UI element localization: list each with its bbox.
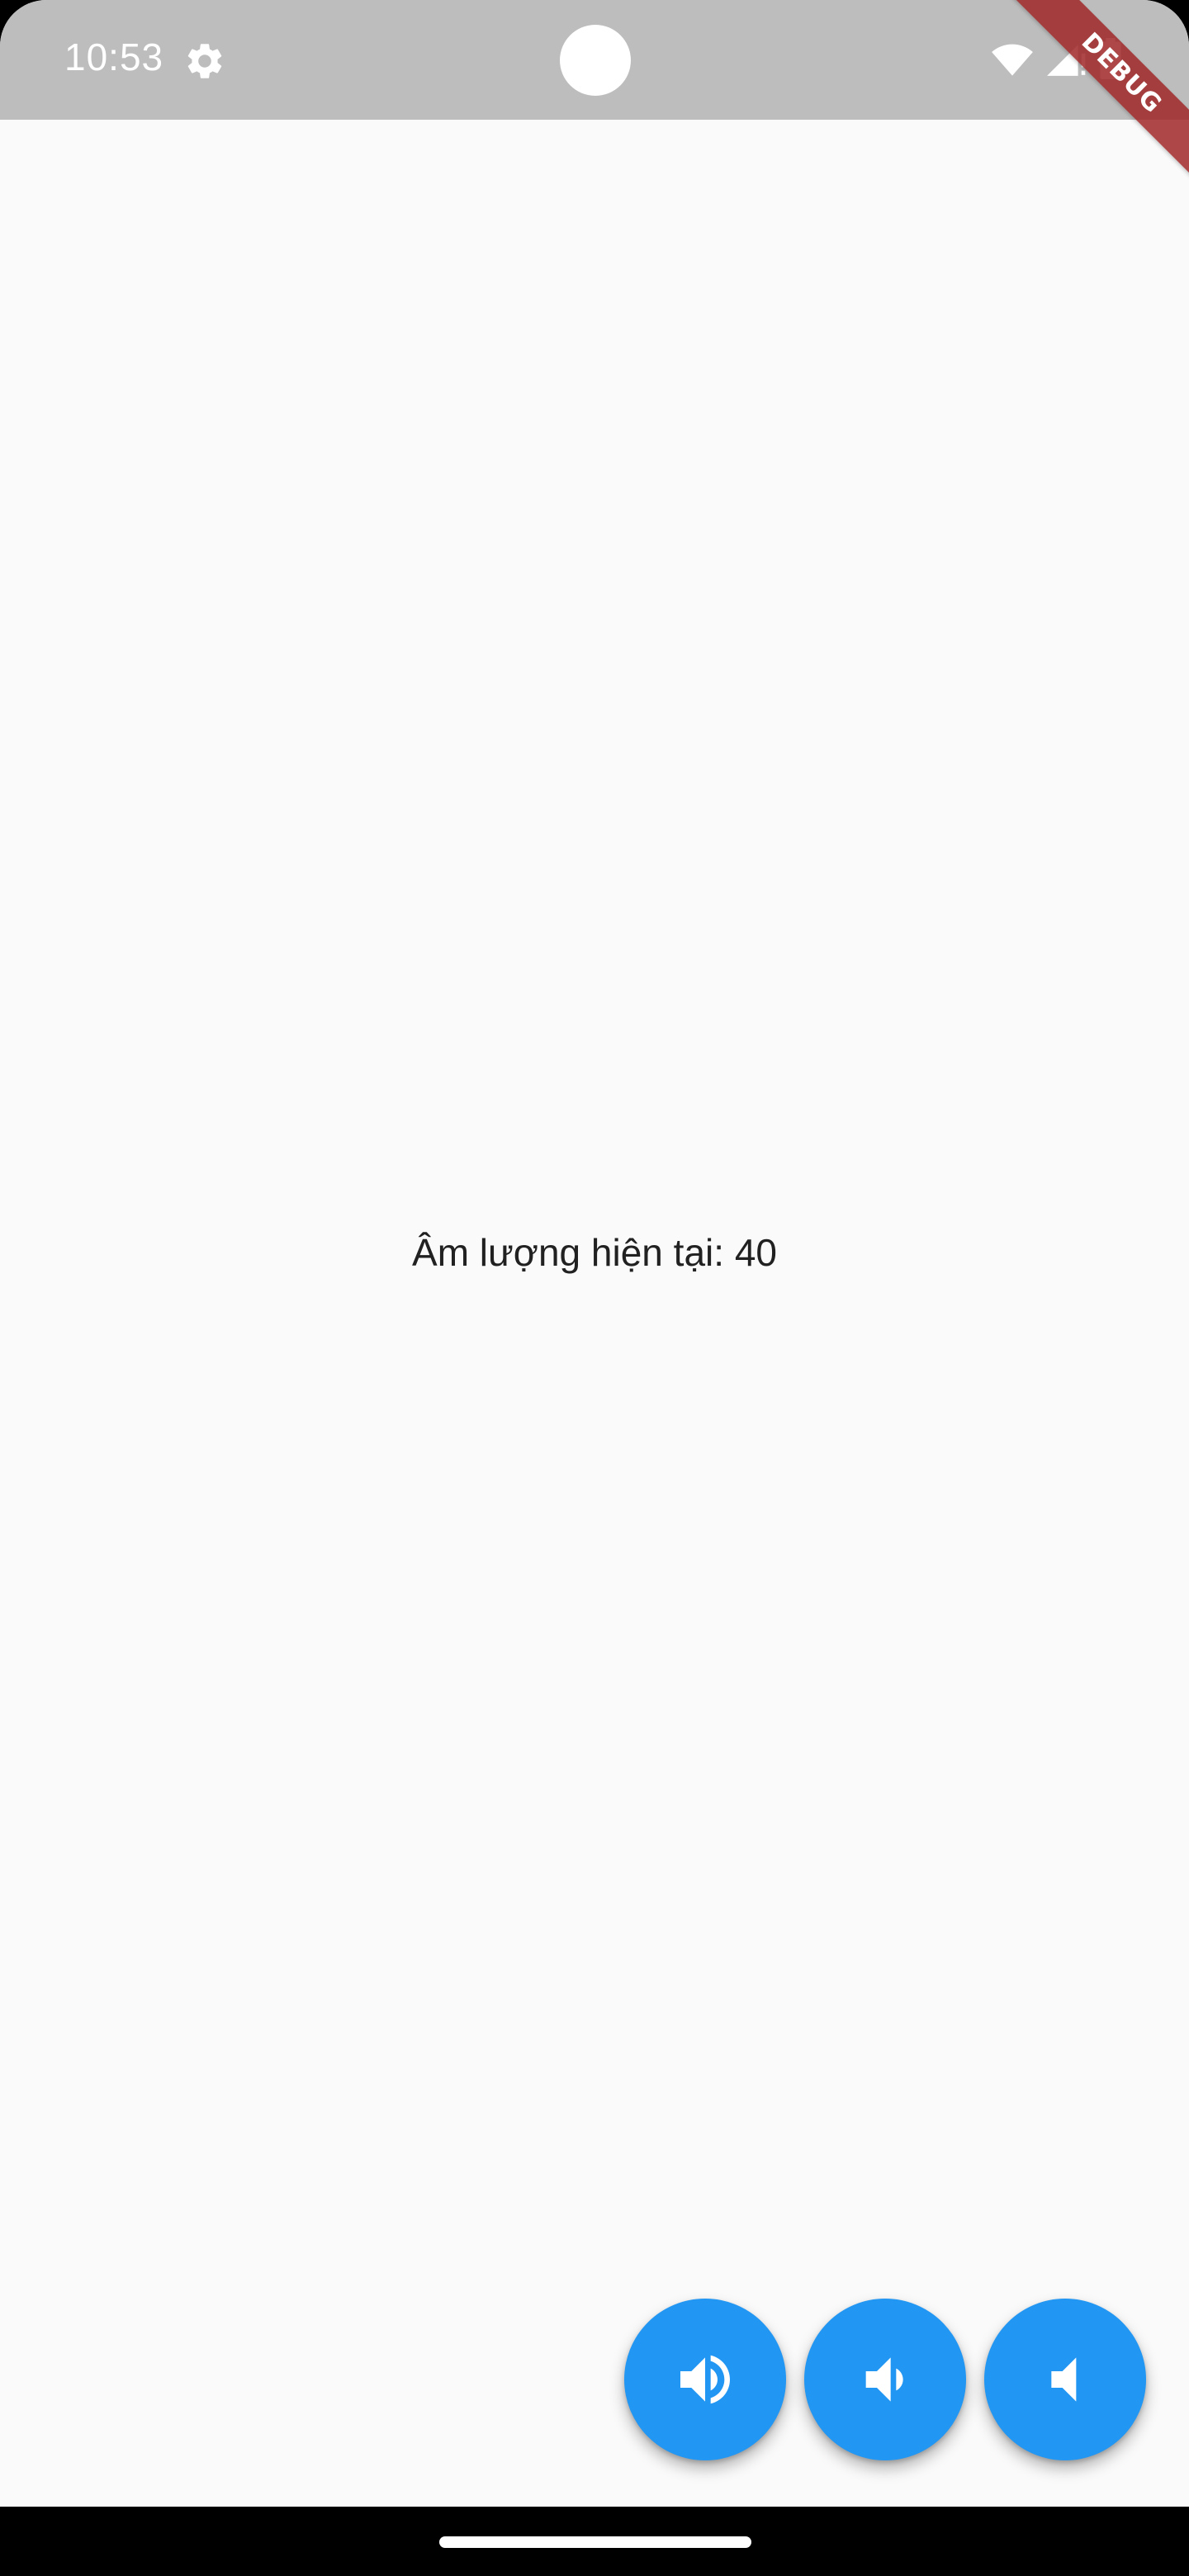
volume-down-button[interactable] [804,2299,966,2460]
volume-up-icon [680,2355,730,2404]
status-bar: 10:53 [0,0,1189,120]
settings-gear-icon [187,44,222,78]
home-gesture-handle[interactable] [439,2536,751,2548]
volume-mute-icon [1051,2357,1077,2402]
volume-up-button[interactable] [624,2299,786,2460]
app-screen: 10:53 DEBUG Âm lượng hiện tại: 40 [0,0,1189,2576]
volume-level-text: Âm lượng hiện tại: 40 [412,1231,777,1274]
camera-cutout [560,25,631,96]
volume-down-icon [865,2357,903,2402]
status-time: 10:53 [64,36,164,78]
navigation-bar [0,2507,1189,2576]
wifi-icon [992,44,1033,76]
volume-mute-button[interactable] [984,2299,1146,2460]
